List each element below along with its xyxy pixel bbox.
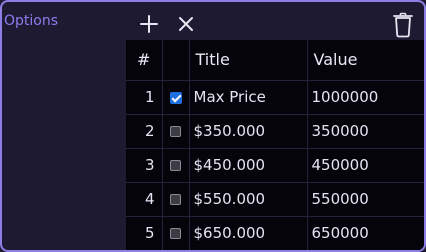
trash-icon <box>393 12 413 38</box>
table-header-row: # Title Value <box>126 40 424 81</box>
column-header-select <box>162 40 190 81</box>
row-value[interactable]: 550000 <box>307 182 424 217</box>
row-checkbox[interactable] <box>169 91 182 104</box>
row-number: 4 <box>126 182 163 217</box>
column-header-value[interactable]: Value <box>307 40 424 81</box>
close-icon <box>179 17 193 31</box>
column-header-number[interactable]: # <box>126 40 163 81</box>
delete-button[interactable] <box>390 11 416 39</box>
column-header-title[interactable]: Title <box>189 40 308 81</box>
row-title[interactable]: $350.000 <box>189 114 308 149</box>
row-number: 1 <box>126 80 163 115</box>
options-panel: Options # Title Value 1 Max Price 100000… <box>0 0 426 252</box>
row-checkbox[interactable] <box>170 126 181 137</box>
row-number: 2 <box>126 114 163 149</box>
row-value[interactable]: 1000000 <box>307 80 424 115</box>
row-title[interactable]: $450.000 <box>189 148 308 183</box>
options-label: Options <box>4 13 59 29</box>
table-row[interactable]: 4 $550.000 550000 <box>126 182 424 217</box>
table-row[interactable]: 5 $650.000 650000 <box>126 216 424 250</box>
row-title[interactable]: $550.000 <box>189 182 308 217</box>
table-row[interactable]: 3 $450.000 450000 <box>126 148 424 183</box>
row-checkbox[interactable] <box>170 228 181 239</box>
table-row[interactable]: 2 $350.000 350000 <box>126 114 424 149</box>
row-checkbox[interactable] <box>170 194 181 205</box>
row-title[interactable]: Max Price <box>189 80 308 115</box>
row-number: 3 <box>126 148 163 183</box>
row-number: 5 <box>126 216 163 250</box>
remove-row-button[interactable] <box>174 12 198 36</box>
row-value[interactable]: 350000 <box>307 114 424 149</box>
row-value[interactable]: 650000 <box>307 216 424 250</box>
row-title[interactable]: $650.000 <box>189 216 308 250</box>
table-row[interactable]: 1 Max Price 1000000 <box>126 80 424 115</box>
row-value[interactable]: 450000 <box>307 148 424 183</box>
plus-icon <box>140 15 158 33</box>
row-checkbox[interactable] <box>170 160 181 171</box>
add-row-button[interactable] <box>137 12 161 36</box>
options-table: # Title Value 1 Max Price 1000000 2 $350… <box>126 40 424 250</box>
options-table-container: # Title Value 1 Max Price 1000000 2 $350… <box>126 40 424 250</box>
